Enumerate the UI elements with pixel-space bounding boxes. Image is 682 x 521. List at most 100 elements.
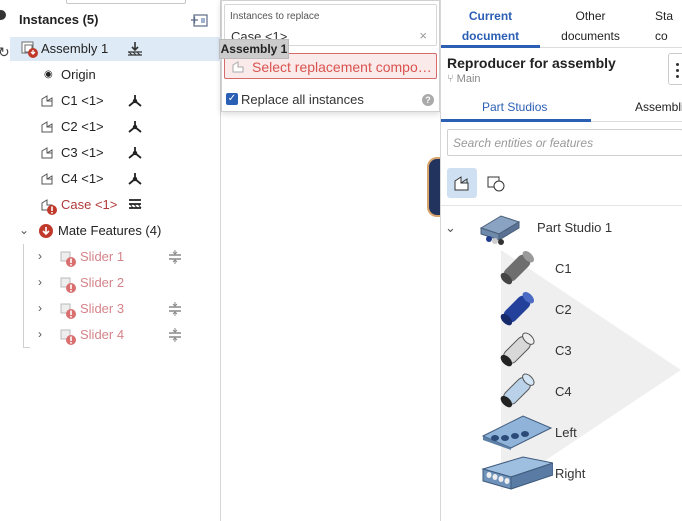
- clear-icon[interactable]: ×: [419, 28, 427, 43]
- tree-row-label: C1 <1>: [61, 93, 104, 108]
- tab-standard-content[interactable]: Sta co: [655, 6, 682, 46]
- tree-row-label: Slider 4: [80, 327, 125, 342]
- part-row-right[interactable]: Right: [441, 453, 682, 493]
- search-field[interactable]: [447, 129, 682, 156]
- tab-label: co: [655, 29, 668, 43]
- slider-error-icon: [58, 274, 76, 293]
- tab-other-documents[interactable]: Other documents: [540, 6, 641, 46]
- search-input[interactable]: [453, 136, 673, 150]
- element-type-tabs: Part Studios Assembli: [441, 94, 682, 122]
- mate-connector-icon[interactable]: [126, 118, 144, 136]
- chevron-right-icon[interactable]: ›: [38, 249, 42, 263]
- chevron-down-icon[interactable]: ⌄: [19, 223, 29, 237]
- tab-label: documents: [561, 29, 620, 43]
- part-name: Right: [555, 466, 586, 481]
- left-toolbar-strip: ↻: [0, 0, 10, 521]
- mate-connector-icon[interactable]: [126, 170, 144, 188]
- help-icon[interactable]: ?: [422, 94, 434, 106]
- chevron-right-icon[interactable]: ›: [38, 327, 42, 341]
- part-name: Left: [555, 425, 577, 440]
- onshape-window: ↻ Instances (5) Assembly 1 ◉ Origin C1 <…: [0, 0, 682, 521]
- more-options-icon[interactable]: [668, 53, 682, 85]
- tree-row-assembly[interactable]: Assembly 1: [10, 37, 221, 61]
- tree-row-c2[interactable]: C2 <1>: [10, 115, 221, 139]
- cylinder-thumbnail: [493, 248, 541, 293]
- tree-row-label: Mate Features (4): [58, 223, 162, 238]
- tab-label: Sta: [655, 9, 674, 23]
- graphics-canvas[interactable]: [221, 112, 447, 521]
- part-row-c2[interactable]: C2: [441, 289, 682, 329]
- insert-instance-icon[interactable]: [190, 11, 210, 29]
- filter-surfaces-button[interactable]: [481, 168, 511, 198]
- replacement-placeholder: Select replacement compo…: [252, 59, 432, 75]
- part-row-c3[interactable]: C3: [441, 330, 682, 370]
- tree-row-slider-2[interactable]: › Slider 2: [10, 271, 221, 295]
- part-row-c1[interactable]: C1: [441, 248, 682, 288]
- part-name: C1: [555, 261, 572, 276]
- slider-error-icon: [58, 248, 76, 267]
- slider-mate-icon[interactable]: [166, 300, 184, 318]
- chevron-down-icon[interactable]: ⌄: [445, 220, 456, 236]
- insert-parts-panel: Current document Other documents Sta co …: [440, 0, 682, 521]
- active-tab-indicator: [441, 45, 540, 48]
- cylinder-thumbnail: [493, 371, 541, 416]
- slider-error-icon: [58, 300, 76, 319]
- tree-row-label: C4 <1>: [61, 171, 104, 186]
- tree-row-slider-1[interactable]: › Slider 1: [10, 245, 221, 269]
- fixed-icon[interactable]: [126, 196, 144, 214]
- rotate-icon[interactable]: ↻: [0, 44, 10, 61]
- part-row-left[interactable]: Left: [441, 412, 682, 452]
- tree-row-origin[interactable]: ◉ Origin: [10, 63, 221, 87]
- tree-row-label: Assembly 1: [41, 41, 109, 56]
- mate-connector-icon[interactable]: [126, 92, 144, 110]
- tab-part-studios[interactable]: Part Studios: [482, 100, 547, 114]
- tree-row-mate-features[interactable]: ⌄ Mate Features (4): [10, 219, 221, 243]
- toolbar-dot-icon[interactable]: [0, 10, 6, 20]
- replace-all-row[interactable]: ✓ Replace all instances ?: [224, 91, 437, 109]
- active-subtab-indicator: [441, 119, 591, 122]
- tree-row-c1[interactable]: C1 <1>: [10, 89, 221, 113]
- tree-row-label: Slider 2: [80, 275, 125, 290]
- cylinder-thumbnail: [493, 330, 541, 375]
- tree-row-label: C3 <1>: [61, 145, 104, 160]
- chevron-right-icon[interactable]: ›: [38, 301, 42, 315]
- document-tabs: Current document Other documents Sta co: [441, 0, 682, 48]
- mate-connector-icon[interactable]: [126, 144, 144, 162]
- part-instance-icon: [39, 118, 57, 136]
- tree-row-label: Case <1>: [61, 197, 118, 212]
- fixed-ground-icon[interactable]: [126, 40, 144, 58]
- tab-current-document[interactable]: Current document: [441, 6, 540, 46]
- tree-row-case[interactable]: Case <1>: [10, 193, 221, 217]
- tree-row-c3[interactable]: C3 <1>: [10, 141, 221, 165]
- chevron-right-icon[interactable]: ›: [38, 275, 42, 289]
- branch-label: ⑂ Main: [447, 73, 481, 85]
- tree-row-label: Slider 3: [80, 301, 125, 316]
- assembly-error-icon: [20, 40, 38, 58]
- part-name: C4: [555, 384, 572, 399]
- slider-mate-icon[interactable]: [166, 326, 184, 344]
- replace-all-checkbox[interactable]: ✓: [226, 93, 238, 105]
- filter-parts-button[interactable]: [447, 168, 477, 198]
- tab-assemblies[interactable]: Assembli: [635, 100, 682, 114]
- part-error-icon: [39, 196, 57, 215]
- instances-header: Instances (5): [10, 8, 221, 32]
- tree-row-slider-4[interactable]: › Slider 4: [10, 323, 221, 347]
- document-title: Reproducer for assembly: [447, 55, 616, 71]
- part-instance-icon: [39, 170, 57, 188]
- divider: [441, 205, 682, 206]
- origin-icon: ◉: [44, 69, 53, 80]
- part-row-c4[interactable]: C4: [441, 371, 682, 411]
- tree-row-slider-3[interactable]: › Slider 3: [10, 297, 221, 321]
- tree-guide-line: [23, 347, 30, 348]
- tooltip: Assembly 1: [219, 39, 289, 59]
- part-studio-row[interactable]: ⌄ Part Studio 1: [441, 208, 682, 248]
- part-instance-icon: [39, 92, 57, 110]
- replace-all-label: Replace all instances: [241, 92, 364, 107]
- instance-list-panel: Instances (5) Assembly 1 ◉ Origin C1 <1>: [10, 0, 221, 521]
- tree-row-c4[interactable]: C4 <1>: [10, 167, 221, 191]
- plate-thumbnail: [481, 412, 553, 457]
- filter-input[interactable]: [66, 0, 186, 4]
- tab-label: document: [461, 29, 520, 43]
- mate-features-error-icon: [37, 222, 55, 240]
- slider-mate-icon[interactable]: [166, 248, 184, 266]
